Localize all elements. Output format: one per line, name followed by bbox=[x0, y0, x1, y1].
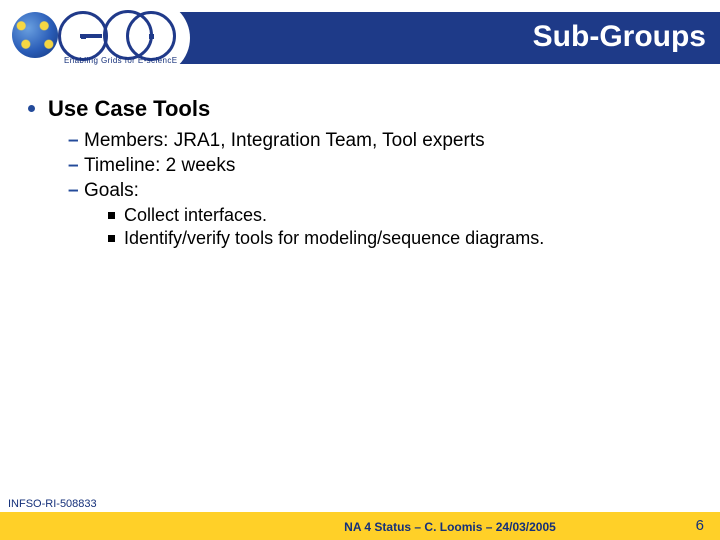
footer-status: NA 4 Status – C. Loomis – 24/03/2005 bbox=[0, 520, 720, 534]
disc-bullet-icon bbox=[28, 105, 35, 112]
slide-title: Sub-Groups bbox=[533, 20, 706, 54]
square-bullet-icon bbox=[108, 235, 115, 242]
footer-reference: INFSO-RI-508833 bbox=[8, 498, 97, 510]
logo-letter-e bbox=[126, 11, 176, 61]
dash-bullet-icon: – bbox=[68, 180, 79, 202]
globe-icon bbox=[12, 12, 58, 58]
goal-text: Collect interfaces. bbox=[124, 205, 267, 225]
bullet-level3: Collect interfaces. bbox=[108, 205, 700, 226]
dash-bullet-icon: – bbox=[68, 130, 79, 152]
bullet-level2: – Members: JRA1, Integration Team, Tool … bbox=[68, 130, 700, 152]
bullet-level2: – Goals: bbox=[68, 180, 700, 202]
goal-text: Identify/verify tools for modeling/seque… bbox=[124, 228, 544, 248]
bullet-level2: – Timeline: 2 weeks bbox=[68, 155, 700, 177]
footer-status-text: NA 4 Status – C. Loomis – 24/03/2005 bbox=[344, 520, 556, 534]
bullet-level1: Use Case Tools bbox=[28, 96, 700, 122]
egee-logo: Enabling Grids for E-sciencE bbox=[8, 6, 178, 68]
slide: Sub-Groups Enabling Grids for E-sciencE … bbox=[0, 0, 720, 540]
page-number: 6 bbox=[696, 517, 704, 534]
footer-bar: NA 4 Status – C. Loomis – 24/03/2005 6 bbox=[0, 512, 720, 540]
goals-label: Goals: bbox=[84, 180, 139, 201]
square-bullet-icon bbox=[108, 212, 115, 219]
dash-bullet-icon: – bbox=[68, 155, 79, 177]
logo-letter-g-bar bbox=[80, 34, 102, 38]
members-text: Members: JRA1, Integration Team, Tool ex… bbox=[84, 130, 485, 151]
logo-tagline: Enabling Grids for E-sciencE bbox=[64, 56, 177, 65]
bullet-level3: Identify/verify tools for modeling/seque… bbox=[108, 228, 700, 249]
topic-text: Use Case Tools bbox=[48, 96, 210, 121]
timeline-text: Timeline: 2 weeks bbox=[84, 155, 235, 176]
slide-body: Use Case Tools – Members: JRA1, Integrat… bbox=[28, 86, 700, 251]
logo-container: Enabling Grids for E-sciencE bbox=[0, 0, 190, 76]
